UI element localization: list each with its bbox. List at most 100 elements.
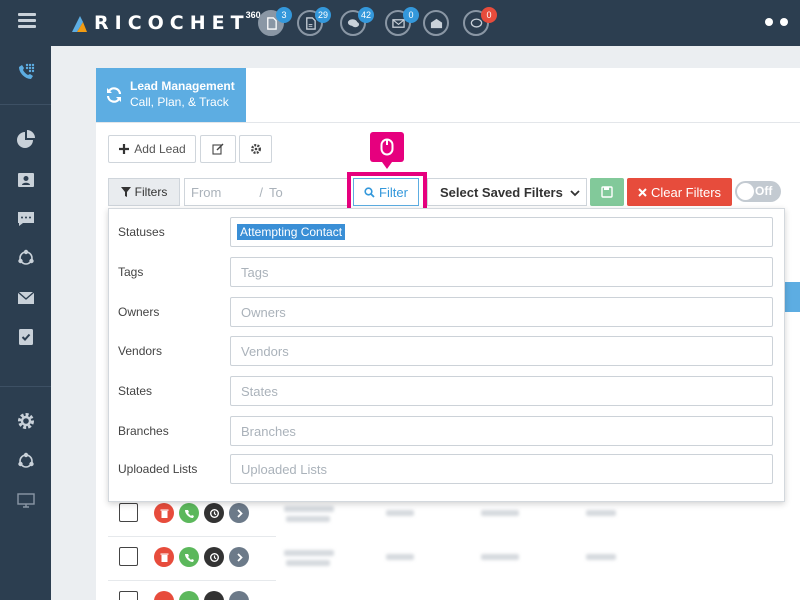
- floppy-disk-icon: [601, 186, 613, 198]
- owners-input[interactable]: Owners: [230, 297, 773, 327]
- filter-row-branches: Branches Branches: [109, 416, 784, 446]
- table-header-edge: [783, 282, 800, 312]
- from-placeholder: From: [191, 184, 222, 200]
- history-icon[interactable]: [204, 591, 224, 600]
- row-checkbox[interactable]: [119, 547, 138, 566]
- gear-icon: [250, 144, 261, 154]
- funnel-icon: [120, 187, 131, 197]
- toggle-label: Off: [755, 184, 773, 198]
- phone-icon[interactable]: [179, 547, 199, 567]
- table-row: [108, 580, 276, 600]
- more-options-icon[interactable]: [765, 18, 788, 26]
- contacts-icon[interactable]: [16, 170, 36, 190]
- chevron-down-icon: [570, 190, 580, 197]
- chevron-right-icon[interactable]: [229, 547, 249, 567]
- status-chip[interactable]: Attempting Contact: [237, 224, 346, 240]
- sidebar-divider: [0, 386, 51, 387]
- redacted-cell: [284, 506, 334, 512]
- pie-chart-icon[interactable]: [16, 130, 36, 150]
- phone-dialpad-icon[interactable]: [16, 62, 36, 82]
- chevron-right-icon[interactable]: [229, 503, 249, 523]
- chat-icon[interactable]: 42: [340, 7, 374, 36]
- redacted-cell: [481, 554, 519, 560]
- uploaded-lists-input[interactable]: Uploaded Lists: [230, 454, 773, 484]
- save-filter-button[interactable]: [590, 178, 624, 206]
- message-icon[interactable]: [16, 209, 36, 229]
- integrations-icon[interactable]: [16, 451, 36, 471]
- sidebar: [0, 46, 51, 600]
- tags-label: Tags: [118, 265, 144, 279]
- logo-mark-icon: [72, 16, 87, 32]
- envelope-icon[interactable]: [16, 288, 36, 308]
- branches-input[interactable]: Branches: [230, 416, 773, 446]
- redacted-cell: [586, 554, 616, 560]
- history-icon[interactable]: [204, 547, 224, 567]
- phone-icon[interactable]: [179, 591, 199, 600]
- clear-filters-label: Clear Filters: [650, 184, 722, 200]
- redacted-cell: [481, 510, 519, 516]
- network-icon[interactable]: [16, 248, 36, 268]
- mouse-icon: [380, 138, 394, 156]
- saved-filters-select[interactable]: Select Saved Filters: [427, 178, 587, 206]
- tab-lead-management[interactable]: Lead Management Call, Plan, & Track: [96, 68, 246, 122]
- app-logo[interactable]: RICOCHET 360: [70, 10, 261, 36]
- tags-input[interactable]: Tags: [230, 257, 773, 287]
- states-label: States: [118, 384, 153, 398]
- filter-row-statuses: Statuses Attempting Contact: [109, 217, 784, 247]
- row-checkbox[interactable]: [119, 503, 138, 522]
- edit-icon: [212, 143, 224, 155]
- filter-panel: Statuses Attempting Contact Tags Tags Ow…: [108, 208, 785, 502]
- range-separator: /: [259, 184, 263, 200]
- trash-icon[interactable]: [154, 547, 174, 567]
- redacted-cell: [286, 516, 330, 522]
- redacted-cell: [284, 550, 334, 556]
- chevron-right-icon[interactable]: [229, 591, 249, 600]
- uploaded-lists-label: Uploaded Lists: [118, 462, 198, 476]
- tab-title: Lead Management: [130, 79, 235, 93]
- filter-row-states: States States: [109, 376, 784, 406]
- row-checkbox[interactable]: [119, 591, 138, 600]
- add-lead-button[interactable]: Add Lead: [108, 135, 196, 163]
- states-input[interactable]: States: [230, 376, 773, 406]
- monitor-icon[interactable]: [16, 490, 36, 510]
- history-icon[interactable]: [204, 503, 224, 523]
- vendors-input[interactable]: Vendors: [230, 336, 773, 366]
- statuses-label: Statuses: [118, 225, 165, 239]
- filter-row-vendors: Vendors Vendors: [109, 336, 784, 366]
- comment-icon[interactable]: 0: [463, 7, 497, 36]
- hamburger-menu-icon[interactable]: [18, 13, 36, 29]
- saved-filters-label: Select Saved Filters: [440, 184, 563, 200]
- documents-icon[interactable]: 3: [258, 7, 292, 36]
- clear-filters-button[interactable]: Clear Filters: [627, 178, 732, 206]
- card-header-divider: [96, 122, 800, 123]
- trash-icon[interactable]: [154, 591, 174, 600]
- checklist-icon[interactable]: [16, 327, 36, 347]
- main-content: Lead Management Call, Plan, & Track Add …: [51, 46, 800, 600]
- toggle-knob: [737, 183, 754, 200]
- refresh-icon: [106, 87, 122, 103]
- filter-row-tags: Tags Tags: [109, 257, 784, 287]
- settings-gear-icon[interactable]: [16, 411, 36, 431]
- comment-badge: 0: [481, 7, 497, 23]
- edit-button[interactable]: [200, 135, 236, 163]
- redacted-cell: [586, 510, 616, 516]
- owners-label: Owners: [118, 305, 160, 319]
- lead-management-card: Lead Management Call, Plan, & Track Add …: [96, 68, 800, 600]
- document-list-icon[interactable]: 29: [297, 7, 331, 36]
- mail-icon[interactable]: 0: [385, 7, 419, 36]
- filters-toggle-button[interactable]: Filters: [108, 178, 180, 206]
- trash-icon[interactable]: [154, 503, 174, 523]
- phone-icon[interactable]: [179, 503, 199, 523]
- redacted-cell: [286, 560, 330, 566]
- redacted-cell: [386, 510, 414, 516]
- statuses-input[interactable]: Attempting Contact: [230, 217, 773, 247]
- date-range-input[interactable]: From / To: [184, 178, 350, 206]
- open-mail-icon[interactable]: [423, 10, 449, 36]
- document-list-badge: 29: [314, 7, 331, 23]
- vendors-label: Vendors: [118, 344, 163, 358]
- to-placeholder: To: [268, 184, 283, 200]
- settings-button[interactable]: [239, 135, 272, 163]
- filter-toggle-switch[interactable]: Off: [735, 181, 781, 202]
- branches-label: Branches: [118, 424, 169, 438]
- mail-badge: 0: [403, 7, 419, 23]
